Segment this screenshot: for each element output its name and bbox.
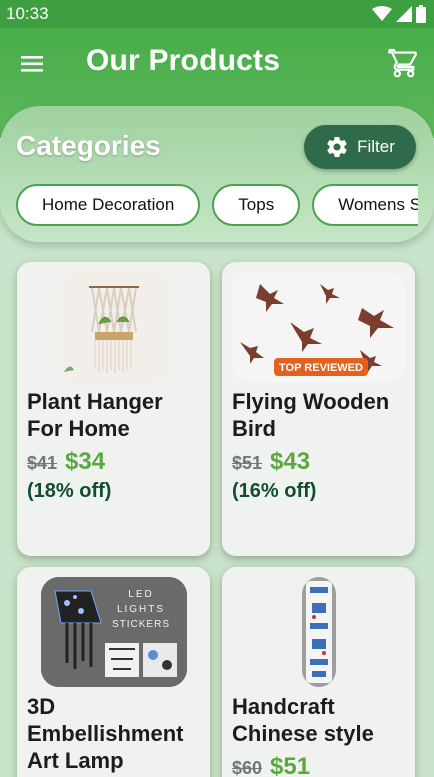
new-price: $34 (65, 448, 106, 475)
product-name: Plant Hanger For Home (27, 389, 163, 441)
signal-icon (396, 6, 412, 22)
product-image: LED LIGHTS STICKERS (41, 577, 187, 687)
product-card-flying-bird[interactable]: TOP REVIEWED Flying Wooden Bird $51 $43 … (222, 262, 415, 556)
status-time: 10:33 (6, 4, 49, 23)
badge-text: TOP REVIEWED (279, 362, 363, 374)
status-icons (372, 5, 426, 23)
old-price: $60 (232, 758, 263, 777)
categories-title: Categories (16, 130, 161, 161)
price-row: $60 $51 (232, 753, 310, 777)
chip-womens-shoes[interactable]: Womens Shoes (312, 184, 418, 226)
product-card-plant-hanger[interactable]: Plant Hanger For Home $41 $34 (18% off) (17, 262, 210, 556)
filter-button[interactable]: Filter (304, 125, 416, 169)
image-text-stickers: STICKERS (112, 619, 170, 630)
product-image (302, 577, 336, 687)
product-image: TOP REVIEWED (232, 272, 406, 382)
page-title: Our Products (86, 44, 281, 77)
new-price: $43 (270, 448, 311, 475)
product-name: Flying Wooden Bird (232, 389, 390, 441)
chip-home-decoration[interactable]: Home Decoration (16, 184, 201, 226)
new-price: $51 (270, 753, 311, 777)
status-bar: 10:33 (0, 0, 434, 28)
wifi-icon (372, 6, 392, 21)
price-row: $41 $34 (27, 448, 105, 476)
cart-icon[interactable] (388, 47, 420, 79)
product-name: Handcraft Chinese style (232, 694, 374, 746)
battery-icon (416, 5, 426, 23)
filter-label: Filter (357, 137, 395, 156)
image-text-led: LED (128, 589, 153, 600)
product-card-art-lamp[interactable]: LED LIGHTS STICKERS 3D Embellishment Art… (17, 567, 210, 777)
discount-label: (16% off) (232, 480, 317, 502)
price-row: $51 $43 (232, 448, 310, 476)
gear-icon (327, 137, 347, 158)
chip-tops[interactable]: Tops (212, 184, 301, 226)
category-chips: Home Decoration Tops Womens Shoes (16, 184, 418, 226)
product-card-handcraft[interactable]: Handcraft Chinese style $60 $51 (222, 567, 415, 777)
old-price: $51 (232, 453, 263, 473)
product-image (59, 272, 169, 382)
discount-label: (18% off) (27, 480, 112, 502)
categories-panel: Categories Filter Home Decoration Tops W… (0, 106, 434, 242)
product-name: 3D Embellishment Art Lamp (27, 694, 184, 773)
menu-icon[interactable] (18, 50, 48, 78)
old-price: $41 (27, 453, 58, 473)
image-text-lights: LIGHTS (117, 604, 165, 615)
